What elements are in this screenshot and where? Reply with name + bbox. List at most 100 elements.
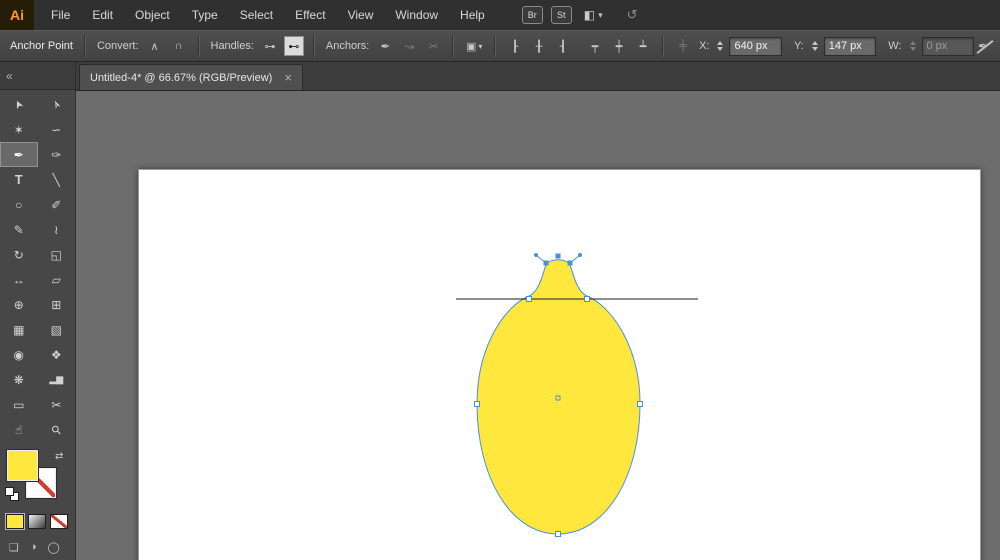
workspace-body: « ➤ ➢ ✶ ∽ ✒ ✑ T ╲ ○ ✐ ✎ ≀ ↻ ◱ ↔ ▱ ⊕ ⊞ ▦ ▧ ◉ ❖ ❋ ▂▆ ▭ ✂ ☝ ⚲ ⇄ ❏ ◑: [0, 62, 1000, 560]
x-stepper[interactable]: [717, 41, 724, 51]
mesh-tool-icon: ▦: [13, 322, 25, 337]
select-similar-button[interactable]: ▣ ▾: [463, 36, 485, 56]
convert-to-smooth-button[interactable]: ∩: [169, 36, 189, 56]
width-tool[interactable]: ↔: [0, 267, 38, 292]
scale-tool[interactable]: ◱: [38, 242, 76, 267]
draw-behind-icon[interactable]: ◑: [30, 541, 37, 554]
lemon-shape[interactable]: [476, 259, 641, 535]
collapse-panel-icon[interactable]: «: [6, 69, 13, 83]
stock-button[interactable]: St: [550, 6, 572, 24]
anchor-point-selected[interactable]: [555, 253, 561, 259]
cut-path-button[interactable]: ✂: [423, 36, 443, 56]
tools-panel-header: «: [0, 62, 75, 90]
hand-tool[interactable]: ☝: [0, 417, 38, 442]
bridge-button[interactable]: Br: [521, 6, 543, 24]
lasso-tool-icon: ∽: [51, 122, 62, 137]
fill-swatch[interactable]: [6, 449, 39, 482]
magic-wand-tool[interactable]: ✶: [0, 117, 38, 142]
menu-type[interactable]: Type: [181, 0, 229, 30]
shape-builder-tool[interactable]: ⊕: [0, 292, 38, 317]
sync-icon[interactable]: ↺: [627, 7, 638, 23]
pencil-tool[interactable]: ✎: [0, 217, 38, 242]
anchor-point-selected[interactable]: [543, 260, 549, 266]
anchor-point-selected[interactable]: [567, 260, 573, 266]
column-graph-tool[interactable]: ▂▆: [38, 367, 76, 392]
x-input[interactable]: 640 px: [729, 36, 782, 56]
blend-tool[interactable]: ❖: [38, 342, 76, 367]
pen-tool[interactable]: ✒: [0, 142, 38, 167]
eyedropper-tool[interactable]: ◉: [0, 342, 38, 367]
draw-inside-icon[interactable]: ◯: [48, 541, 60, 554]
color-mode-row: [0, 506, 75, 531]
anchor-point[interactable]: [526, 296, 532, 302]
align-horizontal-left-button[interactable]: ┠: [505, 36, 525, 56]
x-label: X:: [699, 40, 710, 52]
free-transform-tool[interactable]: ▱: [38, 267, 76, 292]
rotate-tool[interactable]: ↻: [0, 242, 38, 267]
convert-to-corner-button[interactable]: ∧: [145, 36, 165, 56]
canvas[interactable]: [76, 91, 1000, 560]
curvature-tool[interactable]: ✑: [38, 142, 76, 167]
paintbrush-tool[interactable]: ✐: [38, 192, 76, 217]
zoom-tool[interactable]: ⚲: [38, 417, 76, 442]
lasso-tool[interactable]: ∽: [38, 117, 76, 142]
menu-effect[interactable]: Effect: [284, 0, 336, 30]
cut-path-icon: ✂: [428, 40, 438, 53]
none-mode-button[interactable]: [50, 514, 68, 529]
menu-file[interactable]: File: [40, 0, 81, 30]
gradient-mode-button[interactable]: [28, 514, 46, 529]
document-tab[interactable]: Untitled-4* @ 66.67% (RGB/Preview) ×: [79, 64, 303, 90]
menu-edit[interactable]: Edit: [81, 0, 124, 30]
color-mode-button[interactable]: [6, 514, 24, 529]
draw-normal-icon[interactable]: ❏: [9, 541, 19, 554]
connect-endpoints-button[interactable]: ↝: [399, 36, 419, 56]
show-handles-button[interactable]: ⊷: [283, 36, 304, 56]
align-horizontal-center-button[interactable]: ╂: [529, 36, 549, 56]
menu-select[interactable]: Select: [229, 0, 284, 30]
align-horizontal-right-button[interactable]: ┨: [553, 36, 573, 56]
align-horizontal-left-icon: ┠: [511, 40, 519, 53]
default-fill-stroke-icon[interactable]: [5, 487, 21, 502]
symbol-sprayer-tool[interactable]: ❋: [0, 367, 38, 392]
line-segment-tool[interactable]: ╲: [38, 167, 76, 192]
artboard-tool[interactable]: ▭: [0, 392, 38, 417]
workspace-switcher[interactable]: ◧ ▾: [584, 8, 603, 22]
remove-anchor-button[interactable]: ✒: [375, 36, 395, 56]
y-stepper[interactable]: [811, 41, 818, 51]
anchor-point[interactable]: [474, 401, 480, 407]
menu-window[interactable]: Window: [384, 0, 449, 30]
align-vertical-bottom-button[interactable]: ┷: [633, 36, 653, 56]
handles-label: Handles:: [210, 40, 254, 52]
shaper-tool[interactable]: ≀: [38, 217, 76, 242]
handle-dot[interactable]: [578, 253, 582, 257]
mesh-tool[interactable]: ▦: [0, 317, 38, 342]
width-tool-icon: ↔: [12, 272, 25, 287]
y-input[interactable]: 147 px: [823, 36, 877, 56]
menu-object[interactable]: Object: [124, 0, 181, 30]
artboard-tool-icon: ▭: [13, 397, 25, 412]
ellipse-tool[interactable]: ○: [0, 192, 38, 217]
menu-help[interactable]: Help: [449, 0, 496, 30]
align-vertical-top-button[interactable]: ┯: [585, 36, 605, 56]
drawing-layer: [456, 253, 698, 537]
anchor-point[interactable]: [637, 401, 643, 407]
handle-dot[interactable]: [534, 253, 538, 257]
align-vertical-bottom-icon: ┷: [639, 40, 647, 53]
type-tool[interactable]: T: [0, 167, 38, 192]
swap-fill-stroke-icon[interactable]: ⇄: [55, 451, 63, 462]
selection-tool[interactable]: ➤: [0, 92, 38, 117]
align-vertical-center-button[interactable]: ┿: [609, 36, 629, 56]
tab-title: Untitled-4* @ 66.67% (RGB/Preview): [90, 71, 273, 84]
perspective-grid-tool[interactable]: ⊞: [38, 292, 76, 317]
menu-view[interactable]: View: [337, 0, 385, 30]
close-icon[interactable]: ×: [284, 71, 292, 84]
hide-handles-button[interactable]: ⊶: [260, 36, 280, 56]
zoom-tool-icon: ⚲: [48, 421, 65, 438]
anchor-point[interactable]: [555, 531, 561, 537]
anchor-point[interactable]: [584, 296, 590, 302]
divider: [662, 35, 665, 57]
slice-tool[interactable]: ✂: [38, 392, 76, 417]
gradient-tool[interactable]: ▧: [38, 317, 76, 342]
distribute-spacing-button[interactable]: ╪: [673, 36, 693, 56]
direct-selection-tool[interactable]: ➢: [38, 92, 76, 117]
